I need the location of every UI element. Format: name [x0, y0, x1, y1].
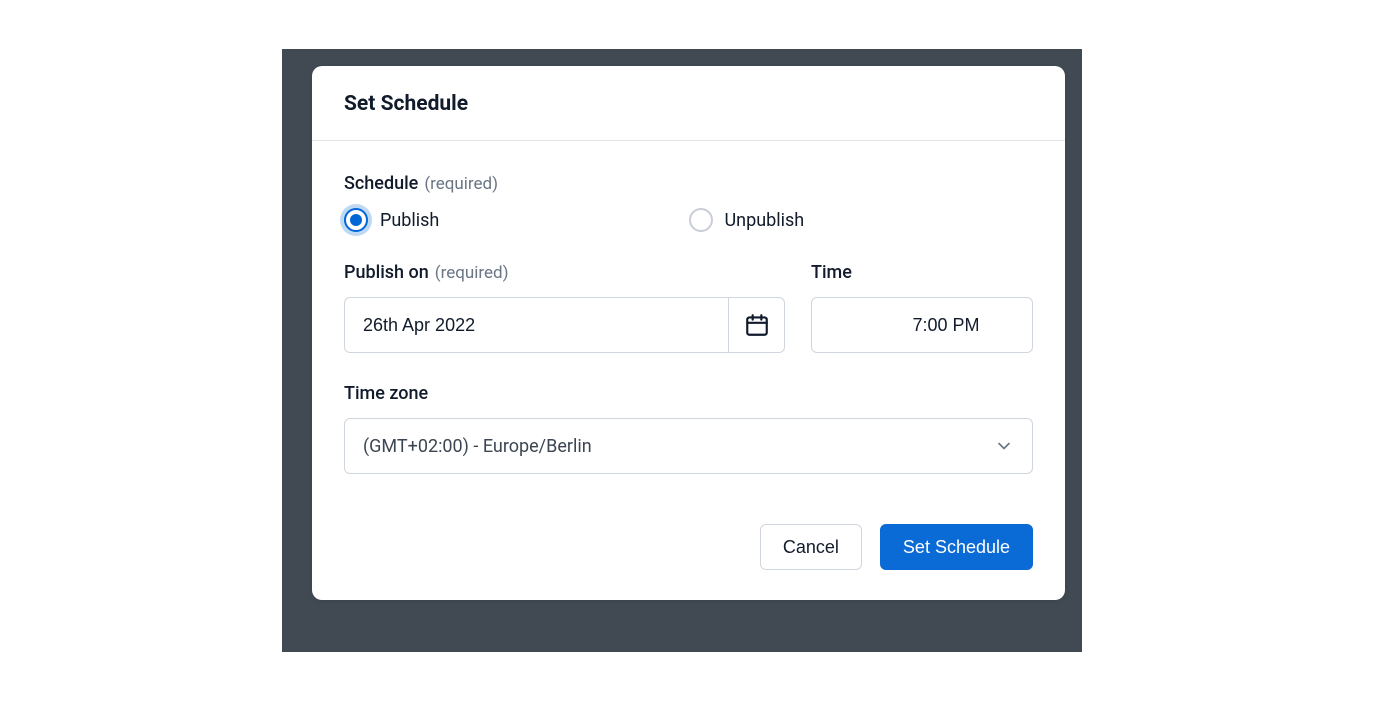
timezone-field: Time zone (GMT+02:00) - Europe/Berlin — [344, 383, 1033, 474]
radio-unpublish-label: Unpublish — [725, 210, 805, 231]
schedule-field: Schedule (required) Publish Unpublish — [344, 173, 1033, 232]
publish-on-label: Publish on (required) — [344, 262, 785, 283]
time-input[interactable] — [812, 298, 1033, 352]
dialog-header: Set Schedule — [312, 66, 1065, 141]
radio-publish-circle — [344, 208, 368, 232]
time-field: Time — [811, 262, 1033, 353]
publish-on-input-wrap — [344, 297, 785, 353]
schedule-label: Schedule (required) — [344, 173, 1033, 194]
cancel-button[interactable]: Cancel — [760, 524, 862, 570]
calendar-icon — [744, 312, 770, 338]
dialog-footer: Cancel Set Schedule — [312, 514, 1065, 600]
schedule-radio-group: Publish Unpublish — [344, 208, 1033, 232]
submit-button[interactable]: Set Schedule — [880, 524, 1033, 570]
timezone-value: (GMT+02:00) - Europe/Berlin — [363, 436, 592, 457]
radio-publish-label: Publish — [380, 210, 439, 231]
radio-unpublish[interactable]: Unpublish — [689, 208, 1034, 232]
publish-on-input[interactable] — [345, 298, 728, 352]
timezone-label-text: Time zone — [344, 383, 428, 404]
publish-on-required-hint: (required) — [435, 263, 509, 283]
chevron-down-icon — [994, 436, 1014, 456]
time-label-text: Time — [811, 262, 852, 283]
date-picker-button[interactable] — [728, 298, 784, 352]
set-schedule-dialog: Set Schedule Schedule (required) Publish… — [312, 66, 1065, 600]
timezone-label: Time zone — [344, 383, 1033, 404]
radio-unpublish-circle — [689, 208, 713, 232]
publish-on-label-text: Publish on — [344, 262, 429, 283]
date-time-row: Publish on (required) — [344, 262, 1033, 353]
timezone-select[interactable]: (GMT+02:00) - Europe/Berlin — [344, 418, 1033, 474]
dialog-title: Set Schedule — [344, 92, 1033, 116]
schedule-required-hint: (required) — [424, 174, 498, 194]
dialog-body: Schedule (required) Publish Unpublish Pu… — [312, 141, 1065, 514]
publish-on-field: Publish on (required) — [344, 262, 785, 353]
time-input-wrap — [811, 297, 1033, 353]
time-label: Time — [811, 262, 1033, 283]
radio-publish[interactable]: Publish — [344, 208, 689, 232]
schedule-label-text: Schedule — [344, 173, 418, 194]
